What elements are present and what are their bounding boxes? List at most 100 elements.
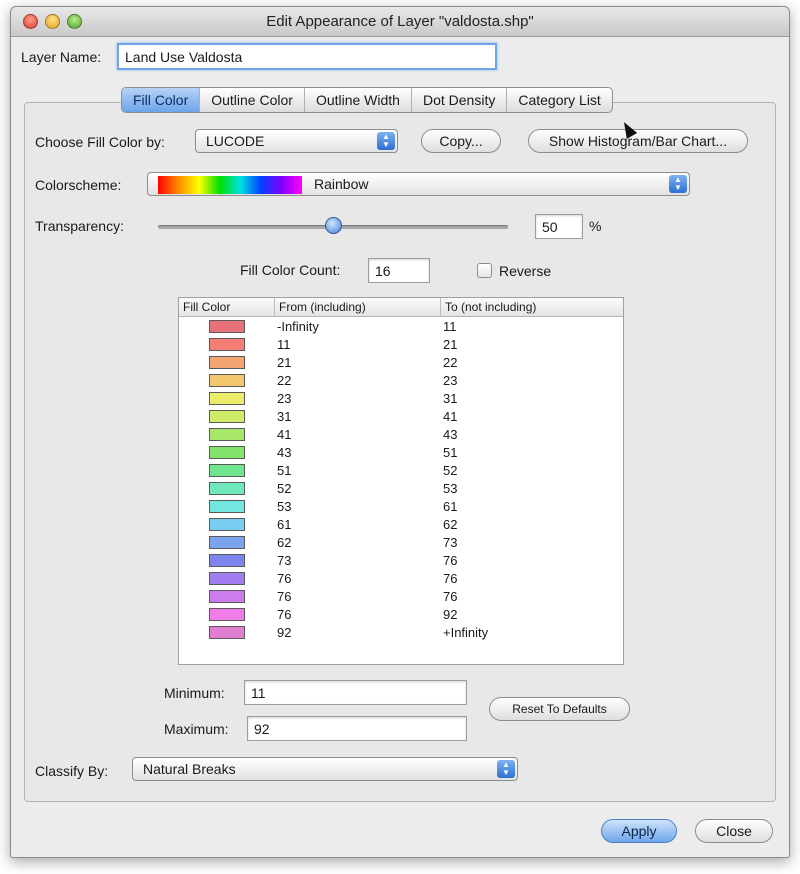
from-cell: 92 <box>277 625 292 640</box>
show-histogram-button[interactable]: Show Histogram/Bar Chart... <box>528 129 748 153</box>
from-cell: 22 <box>277 373 292 388</box>
table-row[interactable]: 76 76 <box>179 570 623 588</box>
minimum-label: Minimum: <box>164 685 225 701</box>
fill-attribute-select[interactable]: LUCODE ▲ ▼ <box>195 129 398 153</box>
table-row[interactable]: 51 52 <box>179 462 623 480</box>
from-cell: 31 <box>277 409 292 424</box>
apply-button[interactable]: Apply <box>601 819 677 843</box>
reverse-checkbox[interactable] <box>477 263 492 278</box>
from-cell: 11 <box>277 337 291 352</box>
fill-color-count-label: Fill Color Count: <box>240 262 341 278</box>
table-row[interactable]: 31 41 <box>179 408 623 426</box>
classify-by-select[interactable]: Natural Breaks ▲ ▼ <box>132 757 518 781</box>
to-cell: 23 <box>443 373 458 388</box>
table-row[interactable]: 11 21 <box>179 336 623 354</box>
from-cell: 73 <box>277 553 292 568</box>
to-cell: 21 <box>443 337 458 352</box>
fill-color-count-input[interactable]: 16 <box>368 258 430 283</box>
zoom-window-icon[interactable] <box>67 14 82 29</box>
table-row[interactable]: 52 53 <box>179 480 623 498</box>
edit-appearance-dialog: Edit Appearance of Layer "valdosta.shp" … <box>10 6 790 858</box>
table-row[interactable]: 73 76 <box>179 552 623 570</box>
to-cell: 22 <box>443 355 458 370</box>
color-swatch[interactable] <box>209 464 245 477</box>
tab-outline-width[interactable]: Outline Width <box>305 88 412 112</box>
to-cell: 53 <box>443 481 458 496</box>
percent-label: % <box>589 218 602 234</box>
select-arrows-icon: ▲ ▼ <box>669 175 687 193</box>
table-row[interactable]: 41 43 <box>179 426 623 444</box>
to-cell: 61 <box>443 499 458 514</box>
table-row[interactable]: -Infinity 11 <box>179 318 623 336</box>
color-swatch[interactable] <box>209 428 245 441</box>
to-cell: 43 <box>443 427 458 442</box>
table-row[interactable]: 61 62 <box>179 516 623 534</box>
layer-name-input[interactable]: Land Use Valdosta <box>117 43 497 70</box>
maximum-input[interactable]: 92 <box>247 716 467 741</box>
minimize-window-icon[interactable] <box>45 14 60 29</box>
table-row[interactable]: 92 +Infinity <box>179 624 623 642</box>
table-row[interactable]: 62 73 <box>179 534 623 552</box>
column-header-fill-color[interactable]: Fill Color <box>179 298 275 317</box>
select-arrows-icon: ▲ ▼ <box>377 132 395 150</box>
table-row[interactable]: 23 31 <box>179 390 623 408</box>
color-swatch[interactable] <box>209 374 245 387</box>
transparency-input[interactable]: 50 <box>535 214 583 239</box>
select-arrows-icon: ▲ ▼ <box>497 760 515 778</box>
minimum-value: 11 <box>251 684 266 701</box>
tab-dot-density[interactable]: Dot Density <box>412 88 508 112</box>
tab-outline-color[interactable]: Outline Color <box>200 88 305 112</box>
color-swatch[interactable] <box>209 482 245 495</box>
to-cell: 11 <box>443 319 457 334</box>
from-cell: 61 <box>277 517 292 532</box>
color-swatch[interactable] <box>209 356 245 369</box>
fill-color-table: Fill Color From (including) To (not incl… <box>178 297 624 665</box>
table-row[interactable]: 22 23 <box>179 372 623 390</box>
color-swatch[interactable] <box>209 554 245 567</box>
color-swatch[interactable] <box>209 518 245 531</box>
window-title: Edit Appearance of Layer "valdosta.shp" <box>266 13 534 30</box>
color-swatch[interactable] <box>209 626 245 639</box>
classify-by-label: Classify By: <box>35 763 109 779</box>
table-row[interactable]: 43 51 <box>179 444 623 462</box>
maximum-label: Maximum: <box>164 721 229 737</box>
color-swatch[interactable] <box>209 320 245 333</box>
from-cell: 53 <box>277 499 292 514</box>
color-swatch[interactable] <box>209 500 245 513</box>
color-swatch[interactable] <box>209 410 245 423</box>
color-swatch[interactable] <box>209 608 245 621</box>
reverse-label: Reverse <box>499 263 552 279</box>
tab-fill-color[interactable]: Fill Color <box>122 88 201 112</box>
transparency-slider-knob[interactable] <box>325 217 342 234</box>
tab-bar: Fill Color Outline Color Outline Width D… <box>121 87 613 113</box>
tab-category-list[interactable]: Category List <box>507 88 611 112</box>
table-row[interactable]: 53 61 <box>179 498 623 516</box>
to-cell: 76 <box>443 589 458 604</box>
table-row[interactable]: 21 22 <box>179 354 623 372</box>
to-cell: 31 <box>443 391 458 406</box>
reset-to-defaults-button[interactable]: Reset To Defaults <box>489 697 630 721</box>
maximum-value: 92 <box>254 720 270 737</box>
colorscheme-swatch <box>158 176 302 194</box>
column-header-from[interactable]: From (including) <box>275 298 441 317</box>
minimum-input[interactable]: 11 <box>244 680 467 705</box>
colorscheme-label: Colorscheme: <box>35 177 122 193</box>
title-bar[interactable]: Edit Appearance of Layer "valdosta.shp" <box>11 7 789 37</box>
from-cell: 62 <box>277 535 292 550</box>
color-swatch[interactable] <box>209 536 245 549</box>
table-row[interactable]: 76 76 <box>179 588 623 606</box>
to-cell: 51 <box>443 445 458 460</box>
close-window-icon[interactable] <box>23 14 38 29</box>
table-row[interactable]: 76 92 <box>179 606 623 624</box>
colorscheme-select[interactable]: Rainbow ▲ ▼ <box>147 172 690 196</box>
close-button[interactable]: Close <box>695 819 773 843</box>
color-swatch[interactable] <box>209 572 245 585</box>
transparency-label: Transparency: <box>35 218 124 234</box>
color-swatch[interactable] <box>209 338 245 351</box>
from-cell: 41 <box>277 427 292 442</box>
color-swatch[interactable] <box>209 590 245 603</box>
copy-button[interactable]: Copy... <box>421 129 501 153</box>
column-header-to[interactable]: To (not including) <box>441 298 623 317</box>
color-swatch[interactable] <box>209 446 245 459</box>
color-swatch[interactable] <box>209 392 245 405</box>
